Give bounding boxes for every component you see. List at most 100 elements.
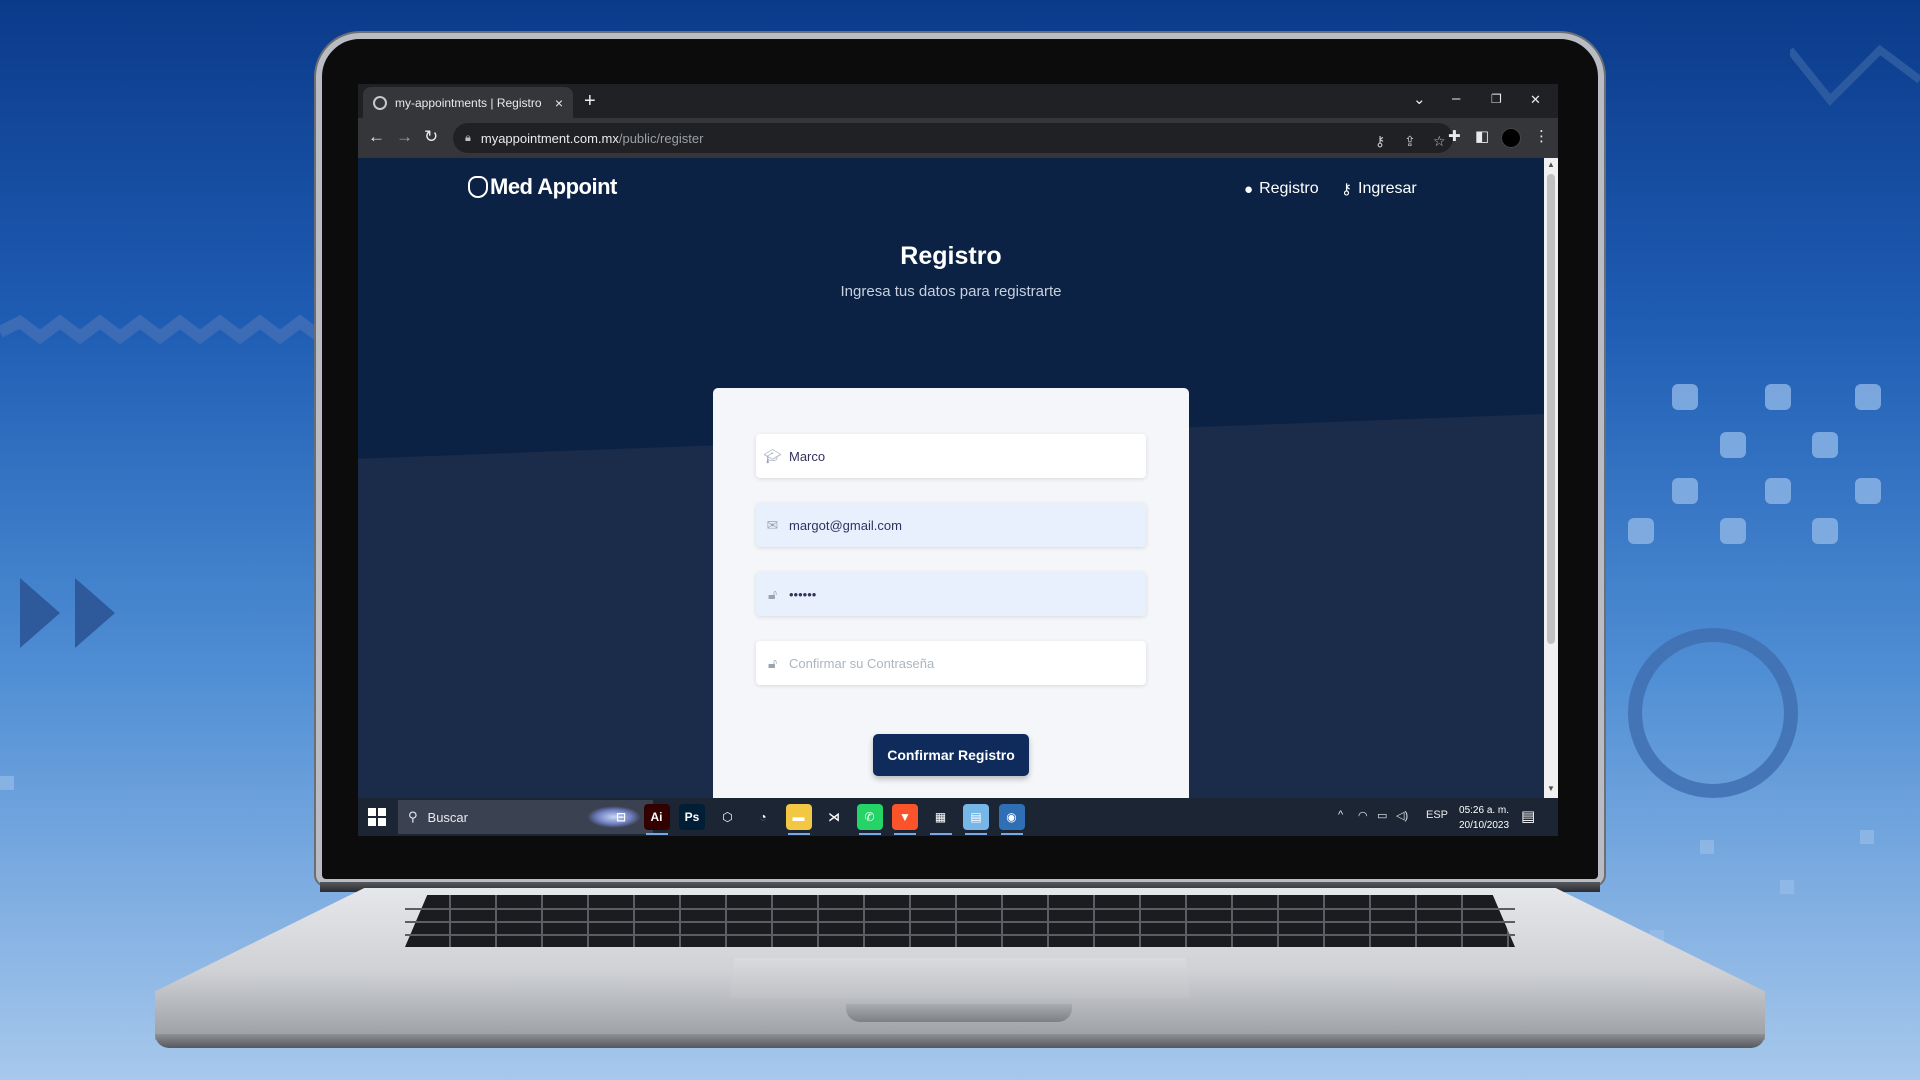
background-dot [1855, 384, 1881, 410]
bookmark-star-icon[interactable]: ☆ [1433, 133, 1446, 150]
tab-close-icon[interactable]: × [555, 95, 563, 111]
file-explorer-icon[interactable]: ▬ [785, 804, 812, 830]
chrome-icon[interactable]: ◉ [998, 804, 1025, 830]
notifications-icon[interactable]: ▤ [1521, 807, 1535, 825]
email-input[interactable] [789, 503, 1146, 547]
side-panel-icon[interactable]: ◧ [1475, 127, 1489, 145]
vscode-icon[interactable]: ⋊ [821, 804, 847, 830]
search-icon: ⚲ [408, 809, 418, 824]
extensions-puzzle-icon[interactable]: ✚ [1448, 127, 1461, 145]
tab-favicon-icon [373, 95, 387, 110]
nav-ingresar-label: Ingresar [1358, 180, 1417, 197]
battery-icon[interactable]: ▭ [1377, 809, 1387, 822]
browser-toolbar: ← → ↻ 🔒︎ myappointment.com.mx/public/reg… [358, 118, 1558, 158]
language-indicator[interactable]: ESP [1426, 809, 1448, 821]
name-field[interactable]: 🎓︎ [756, 434, 1146, 478]
minimize-button[interactable]: – [1452, 90, 1460, 107]
confirm-password-field[interactable]: 🔓︎ [756, 641, 1146, 685]
lock-icon: 🔒︎ [465, 131, 471, 144]
background-dot [1720, 518, 1746, 544]
windows-taskbar: ⚲ Buscar ⊟ Ai Ps ⬡ ◔ ▬ ⋊ ✆ ▼ ▦ ▤ ◉ ^ ◠ ▭ ◁) ESP 05:… [358, 798, 1558, 836]
scrollbar-thumb[interactable] [1547, 174, 1555, 644]
running-app-indicator [965, 833, 987, 835]
background-dot [1812, 432, 1838, 458]
confirm-password-input[interactable] [789, 641, 1146, 685]
background-dot [1672, 478, 1698, 504]
browser-tabstrip: my-appointments | Registro × + ⌄ – ❐ ✕ [358, 84, 1558, 118]
background-circle [1628, 628, 1798, 798]
background-pixel [0, 776, 14, 790]
taskbar-clock[interactable]: 05:26 a. m. 20/10/2023 [1459, 803, 1509, 833]
reload-icon[interactable]: ↻ [424, 127, 438, 147]
page-scrollbar[interactable]: ▲ ▼ [1544, 158, 1558, 798]
password-key-icon[interactable]: ⚷ [1375, 133, 1385, 150]
email-field[interactable]: ✉ [756, 503, 1146, 547]
photoshop-icon[interactable]: Ps [679, 804, 705, 830]
password-field[interactable]: 🔓︎ [756, 572, 1146, 616]
keyboard-row-divider [405, 908, 1515, 910]
clock-time: 05:26 a. m. [1459, 805, 1510, 816]
tab-search-icon[interactable]: ⌄ [1413, 90, 1426, 108]
web-page: Med Appoint ● Registro ⚷ Ingresar Regist… [358, 158, 1544, 798]
share-icon[interactable]: ⇪ [1404, 133, 1416, 150]
page-title: Registro [900, 242, 1002, 270]
nav-registro-link[interactable]: ● Registro [1244, 180, 1319, 198]
windows-start-icon[interactable] [368, 808, 386, 826]
forward-arrow-icon[interactable]: → [396, 127, 413, 147]
running-app-indicator [858, 833, 881, 835]
address-bar[interactable]: 🔒︎ myappointment.com.mx/public/register … [453, 123, 1453, 153]
clock-date: 20/10/2023 [1459, 820, 1510, 831]
background-dot [1720, 432, 1746, 458]
whatsapp-icon[interactable]: ✆ [856, 804, 883, 830]
restore-button[interactable]: ❐ [1491, 92, 1502, 106]
background-dot [1765, 478, 1791, 504]
new-tab-button[interactable]: + [584, 90, 596, 113]
brand-logo[interactable]: Med Appoint [468, 174, 617, 200]
brave-icon[interactable]: ▼ [892, 804, 918, 830]
page-subtitle: Ingresa tus datos para registrarte [840, 283, 1062, 300]
nav-registro-label: Registro [1259, 180, 1319, 197]
background-dot [1672, 384, 1698, 410]
laptop-touchpad [730, 958, 1190, 998]
nav-ingresar-link[interactable]: ⚷ Ingresar [1341, 180, 1417, 198]
wifi-icon[interactable]: ◠ [1358, 809, 1368, 822]
browser-tab[interactable]: my-appointments | Registro × [363, 87, 573, 118]
laptop-screen: my-appointments | Registro × + ⌄ – ❐ ✕ ←… [358, 84, 1558, 836]
scroll-up-icon[interactable]: ▲ [1547, 160, 1555, 169]
name-input[interactable] [789, 434, 1146, 478]
background-arrows [20, 578, 115, 648]
unity-icon[interactable]: ⬡ [715, 804, 741, 830]
envelope-icon: ✉ [766, 516, 779, 533]
volume-icon[interactable]: ◁) [1396, 809, 1408, 822]
tab-title: my-appointments | Registro [395, 95, 542, 110]
scroll-down-icon[interactable]: ▼ [1547, 784, 1555, 793]
running-app-indicator [645, 833, 668, 835]
user-circle-icon: ● [1244, 180, 1254, 198]
running-app-indicator [894, 833, 916, 835]
background-zigzag [0, 314, 320, 345]
browser-menu-icon[interactable]: ⋮ [1534, 127, 1549, 145]
register-form-card: 🎓︎ ✉ 🔓︎ 🔓︎ Confirmar Registro [713, 388, 1189, 798]
profile-avatar[interactable] [1501, 128, 1521, 148]
close-window-button[interactable]: ✕ [1530, 92, 1541, 108]
tray-overflow-icon[interactable]: ^ [1338, 809, 1343, 821]
back-arrow-icon[interactable]: ← [368, 127, 385, 147]
running-app-indicator [787, 833, 810, 835]
notepad-icon[interactable]: ▤ [963, 804, 989, 830]
password-input[interactable] [789, 572, 1146, 616]
key-icon: ⚷ [1341, 181, 1352, 198]
task-view-icon[interactable]: ⊟ [608, 804, 634, 830]
illustrator-icon[interactable]: Ai [643, 804, 670, 830]
laptop-notch [846, 1004, 1072, 1022]
blender-icon[interactable]: ◔ [750, 804, 776, 830]
keyboard-row-divider [405, 921, 1515, 923]
background-pixel [1700, 840, 1714, 854]
taskbar-search-label: Buscar [427, 809, 468, 825]
laptop-front-edge [155, 1034, 1765, 1048]
lock-open-icon: 🔓︎ [767, 654, 778, 671]
background-pixel [1860, 830, 1874, 844]
confirm-register-button[interactable]: Confirmar Registro [873, 734, 1029, 776]
lock-open-icon: 🔓︎ [767, 585, 778, 602]
app-tool-icon[interactable]: ▦ [928, 804, 954, 830]
keyboard-row-divider [405, 934, 1515, 936]
